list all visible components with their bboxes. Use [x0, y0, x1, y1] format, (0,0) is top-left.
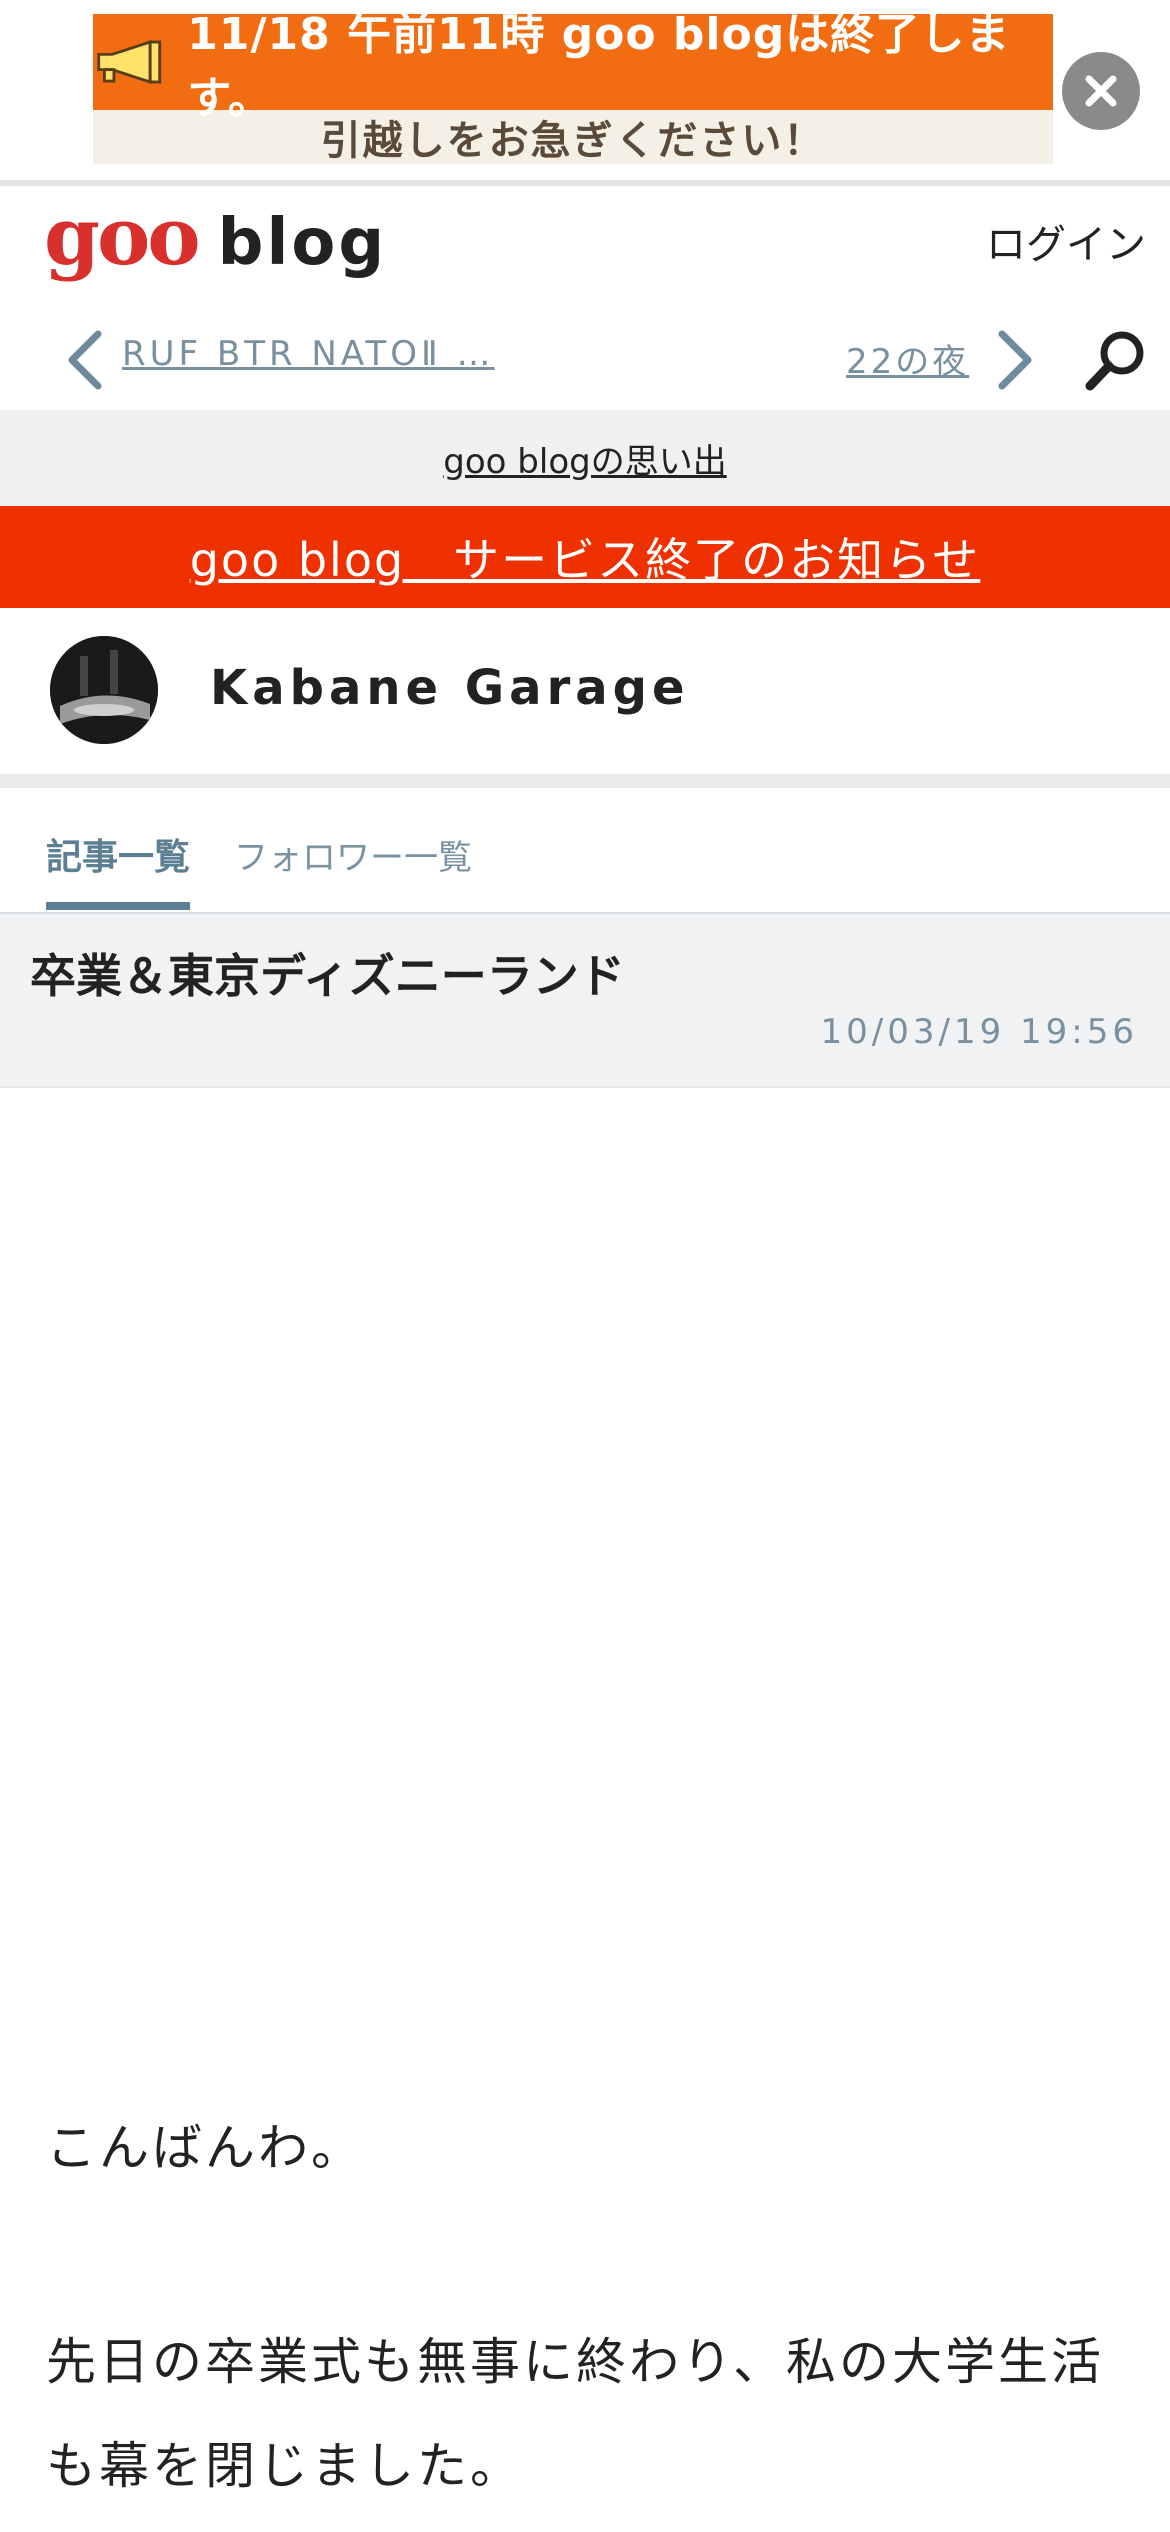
entry-paragraph: 先日の卒業式も無事に終わり、私の大学生活も幕を閉じました。: [46, 2333, 1104, 2495]
blog-header: Kabane Garage: [0, 608, 1170, 774]
search-icon[interactable]: [1082, 326, 1150, 394]
goo-blog-logo[interactable]: goo blog: [44, 196, 387, 276]
tab-articles[interactable]: 記事一覧: [46, 828, 190, 880]
article-nav: RUF BTR NATOⅡ … 22の夜: [0, 310, 1170, 410]
service-end-notice-bar: goo blog サービス終了のお知らせ: [0, 506, 1170, 608]
chevron-right-icon[interactable]: [990, 328, 1040, 392]
prev-article-link[interactable]: RUF BTR NATOⅡ …: [122, 334, 495, 374]
blog-header-divider: [0, 774, 1170, 788]
logo-goo-text: goo: [44, 189, 201, 283]
entry-header: 卒業＆東京ディズニーランド 10/03/19 19:56: [0, 914, 1170, 1088]
site-header: goo blog ログイン: [0, 186, 1170, 316]
entry-paragraph: こんばんわ。: [46, 2119, 364, 2177]
logo-blog-text: blog: [217, 206, 388, 280]
blog-tabs: 記事一覧 フォロワー一覧: [0, 788, 1170, 914]
avatar[interactable]: [50, 636, 158, 744]
chevron-left-icon[interactable]: [60, 328, 110, 392]
announcement-banner[interactable]: 11/18 午前11時 goo blogは終了します。 引越しをお急ぎください！: [93, 9, 1053, 164]
login-link[interactable]: ログイン: [986, 212, 1146, 270]
announcement-banner-area: 11/18 午前11時 goo blogは終了します。 引越しをお急ぎください！: [0, 0, 1170, 180]
megaphone-icon: [97, 40, 162, 84]
close-banner-button[interactable]: [1062, 52, 1140, 130]
entry-date: 10/03/19 19:56: [820, 1012, 1138, 1052]
avatar-image: [50, 636, 158, 744]
active-tab-indicator: [46, 902, 190, 910]
memories-link[interactable]: goo blogの思い出: [443, 434, 726, 483]
service-end-notice-link[interactable]: goo blog サービス終了のお知らせ: [190, 524, 981, 590]
banner-top-strip: 11/18 午前11時 goo blogは終了します。: [93, 9, 1053, 124]
close-icon: [1085, 75, 1117, 107]
next-article-link[interactable]: 22の夜: [846, 334, 969, 383]
blog-title[interactable]: Kabane Garage: [210, 660, 690, 716]
entry-title: 卒業＆東京ディズニーランド: [30, 949, 625, 1003]
tab-followers[interactable]: フォロワー一覧: [234, 830, 472, 879]
banner-line2: 引越しをお急ぎください！: [320, 118, 826, 164]
memories-link-bar: goo blogの思い出: [0, 410, 1170, 506]
